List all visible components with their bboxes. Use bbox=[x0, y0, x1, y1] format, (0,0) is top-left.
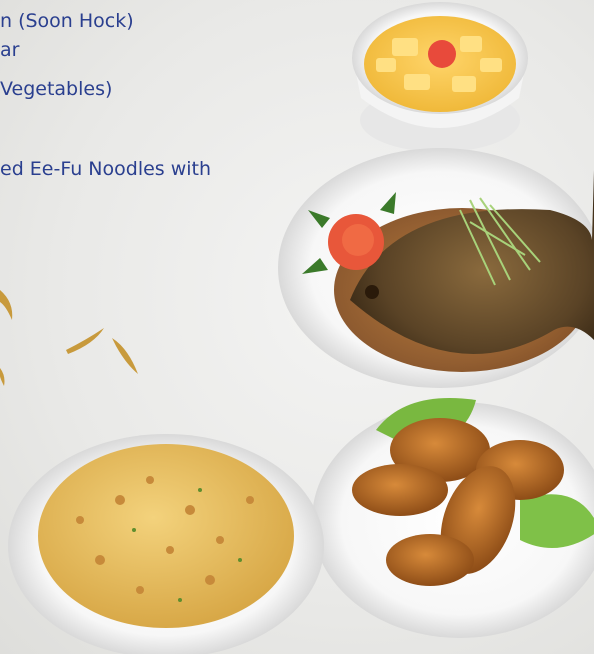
fish-plate bbox=[278, 148, 594, 388]
food-illustration bbox=[0, 2, 594, 654]
dessert-bowl bbox=[352, 2, 528, 152]
chicken-wings-plate bbox=[312, 398, 594, 638]
fried-rice-plate bbox=[8, 434, 324, 654]
gold-ribbon-decoration bbox=[0, 290, 138, 386]
